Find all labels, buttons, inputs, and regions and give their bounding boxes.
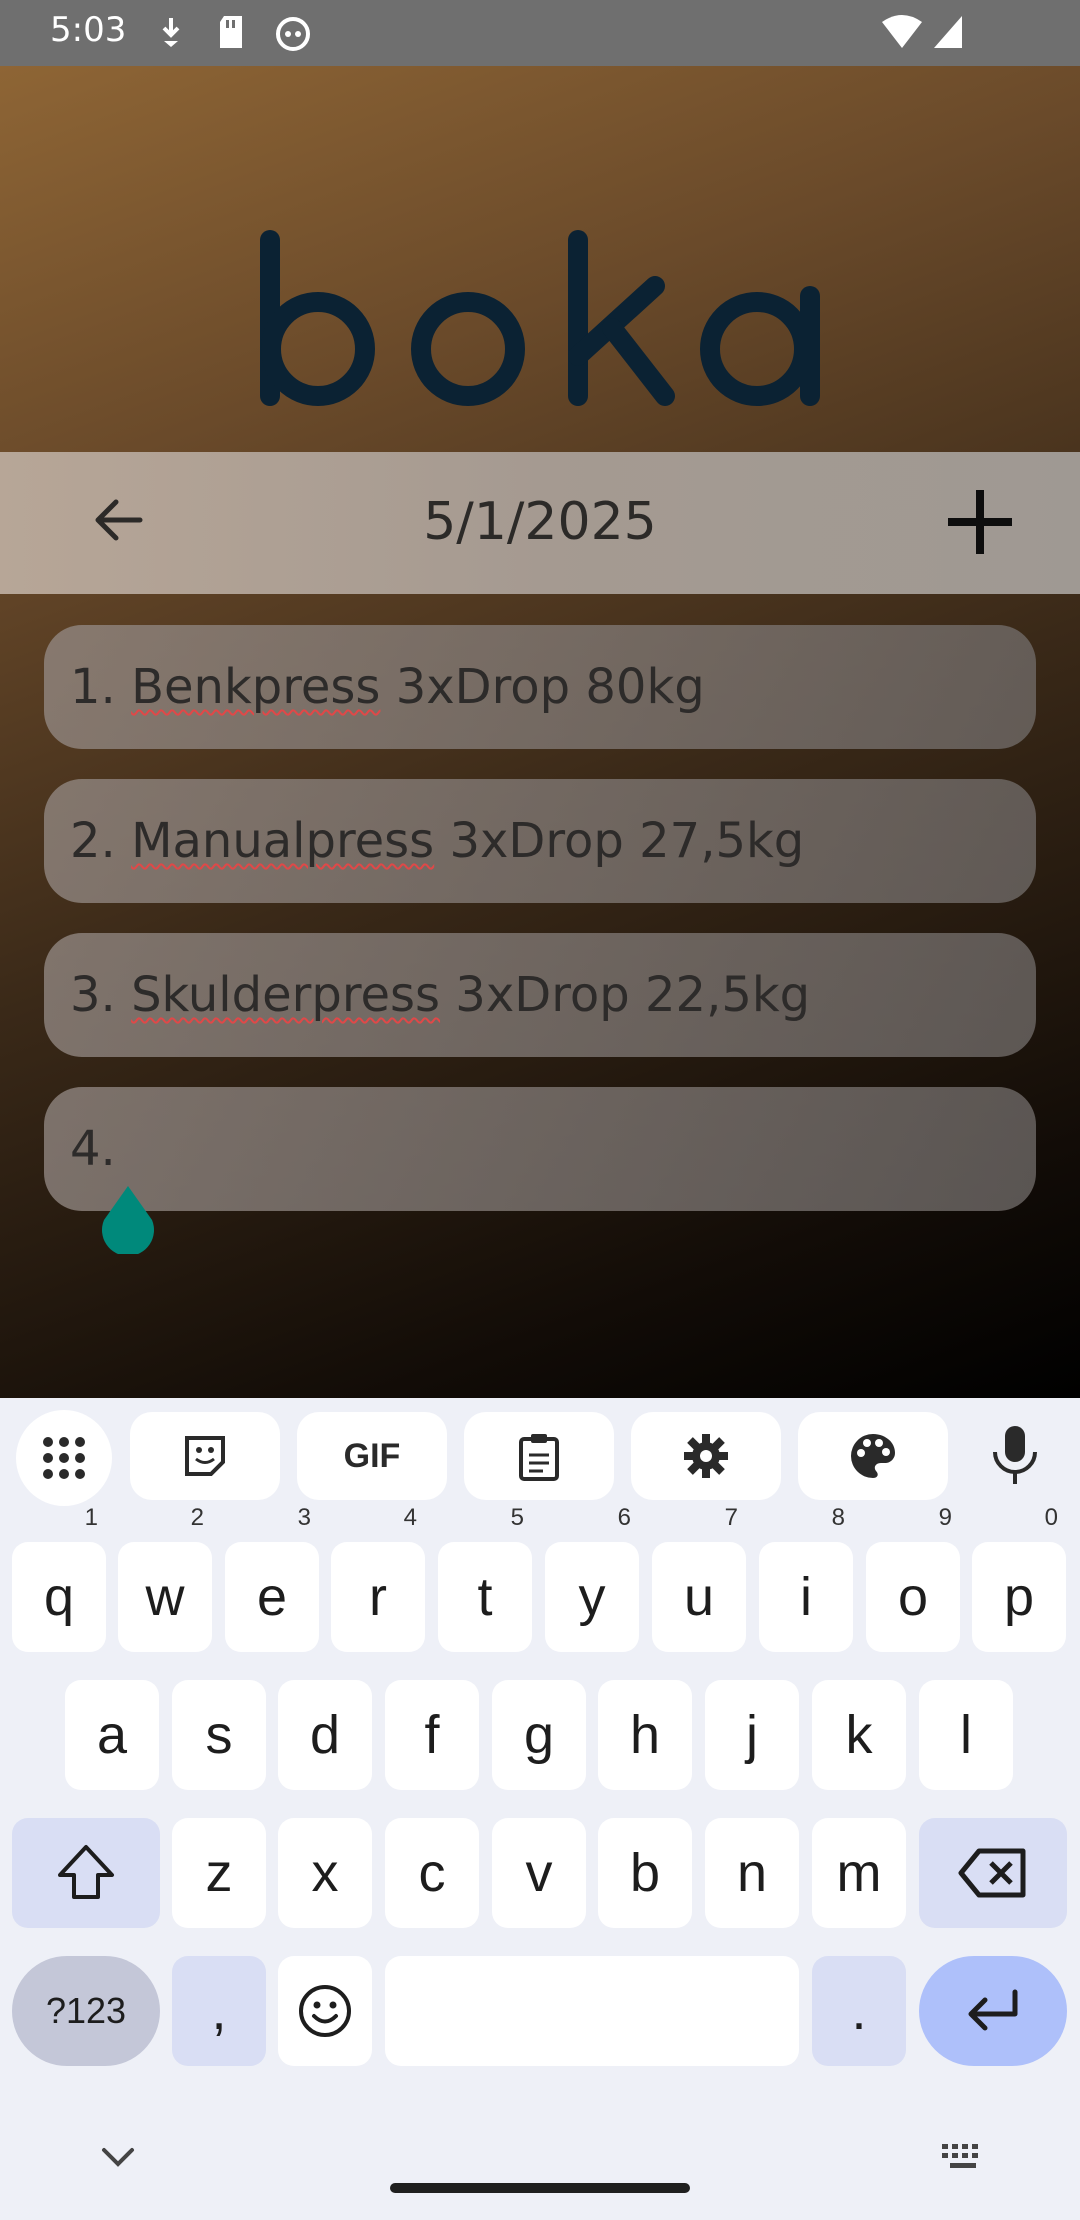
space-key[interactable]	[385, 1956, 799, 2066]
exercise-detail: 3xDrop 80kg	[380, 659, 705, 715]
clipboard-button[interactable]	[464, 1412, 614, 1500]
key-b[interactable]: b	[598, 1818, 692, 1928]
exercise-detail: 3xDrop 27,5kg	[434, 813, 805, 869]
key-y[interactable]: y6	[545, 1506, 639, 1652]
key-w[interactable]: w2	[118, 1506, 212, 1652]
exercise-number: 4.	[70, 1121, 116, 1177]
key-t[interactable]: t5	[438, 1506, 532, 1652]
key-z[interactable]: z	[172, 1818, 266, 1928]
period-key[interactable]: .	[812, 1956, 906, 2066]
key-j[interactable]: j	[705, 1680, 799, 1790]
palette-icon	[851, 1434, 896, 1478]
symbols-key[interactable]: ?123	[12, 1956, 160, 2066]
emoji-key[interactable]	[278, 1956, 372, 2066]
add-icon[interactable]	[940, 482, 1020, 562]
theme-button[interactable]	[798, 1412, 948, 1500]
key-q[interactable]: q1	[12, 1506, 106, 1652]
key-x[interactable]: x	[278, 1818, 372, 1928]
key-f[interactable]: f	[385, 1680, 479, 1790]
exercise-input-1[interactable]: 1. Benkpress 3xDrop 80kg	[44, 625, 1036, 749]
date-navigation-bar: 5/1/2025	[0, 452, 1080, 594]
mic-icon	[993, 1426, 1037, 1484]
exercise-name: Skulderpress	[131, 967, 441, 1023]
exercise-input-4[interactable]: 4.	[44, 1087, 1036, 1211]
voice-input-button[interactable]	[985, 1422, 1045, 1488]
enter-icon	[968, 1989, 1018, 2031]
enter-key[interactable]	[919, 1956, 1067, 2066]
sticker-icon	[185, 1436, 225, 1476]
cat-app-icon	[276, 17, 310, 51]
apps-grid-icon	[43, 1437, 85, 1479]
key-o[interactable]: o9	[866, 1506, 960, 1652]
wifi-icon	[882, 15, 922, 48]
clipboard-icon	[519, 1434, 559, 1481]
exercise-name: Manualpress	[131, 813, 435, 869]
key-h[interactable]: h	[598, 1680, 692, 1790]
key-e[interactable]: e3	[225, 1506, 319, 1652]
key-i[interactable]: i8	[759, 1506, 853, 1652]
download-icon	[162, 18, 180, 47]
exercise-name: Benkpress	[131, 659, 381, 715]
app-screen: 5/1/2025 1. Benkpress 3xDrop 80kg 2. Man…	[0, 66, 1080, 1398]
apps-grid-button[interactable]	[16, 1410, 112, 1506]
status-time: 5:03	[50, 10, 127, 50]
sd-card-icon	[220, 16, 242, 48]
soft-keyboard: GIF q1 w2 e3 r4 t5 y 6 u 7 i 8 o 9 p 0 a…	[0, 1398, 1080, 2220]
current-date: 5/1/2025	[423, 492, 657, 552]
text-cursor-handle[interactable]	[100, 1186, 156, 1254]
sticker-button[interactable]	[130, 1412, 280, 1500]
keyboard-switch-icon[interactable]	[940, 2142, 986, 2172]
comma-key[interactable]: ,	[172, 1956, 266, 2066]
key-p[interactable]: p0	[972, 1506, 1066, 1652]
key-g[interactable]: g	[492, 1680, 586, 1790]
key-u[interactable]: u7	[652, 1506, 746, 1652]
signal-icon	[934, 16, 962, 48]
key-c[interactable]: c	[385, 1818, 479, 1928]
key-v[interactable]: v	[492, 1818, 586, 1928]
status-bar: 5:03	[0, 0, 1080, 66]
key-a[interactable]: a	[65, 1680, 159, 1790]
exercise-number: 1.	[70, 659, 116, 715]
key-k[interactable]: k	[812, 1680, 906, 1790]
gesture-navigation-handle[interactable]	[390, 2183, 690, 2193]
exercise-input-2[interactable]: 2. Manualpress 3xDrop 27,5kg	[44, 779, 1036, 903]
shift-icon	[58, 1845, 114, 1899]
key-r[interactable]: r4	[331, 1506, 425, 1652]
exercise-number: 2.	[70, 813, 116, 869]
backspace-icon	[958, 1848, 1026, 1898]
settings-icon	[684, 1434, 728, 1478]
key-s[interactable]: s	[172, 1680, 266, 1790]
boka-logo	[260, 230, 820, 406]
emoji-icon	[299, 1985, 351, 2037]
gif-label: GIF	[343, 1436, 401, 1475]
gif-button[interactable]: GIF	[297, 1412, 447, 1500]
shift-key[interactable]	[12, 1818, 160, 1928]
exercise-number: 3.	[70, 967, 116, 1023]
exercise-input-3[interactable]: 3. Skulderpress 3xDrop 22,5kg	[44, 933, 1036, 1057]
key-d[interactable]: d	[278, 1680, 372, 1790]
key-m[interactable]: m	[812, 1818, 906, 1928]
settings-button[interactable]	[631, 1412, 781, 1500]
hide-keyboard-icon[interactable]	[100, 2146, 136, 2170]
key-l[interactable]: l	[919, 1680, 1013, 1790]
exercise-detail: 3xDrop 22,5kg	[440, 967, 811, 1023]
key-n[interactable]: n	[705, 1818, 799, 1928]
backspace-key[interactable]	[919, 1818, 1067, 1928]
